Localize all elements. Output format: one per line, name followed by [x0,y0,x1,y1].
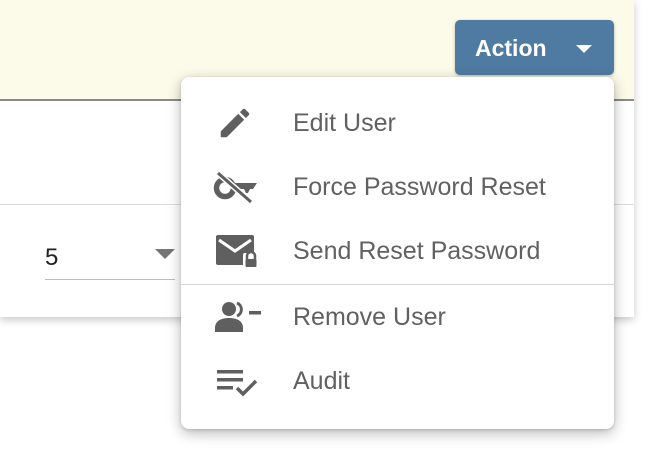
menu-item-audit[interactable]: Audit [181,351,614,411]
account-remove-icon [213,298,261,336]
page-size-value: 5 [45,244,59,271]
key-off-icon [213,168,261,206]
menu-item-label: Force Password Reset [293,173,546,201]
menu-item-force-password-reset[interactable]: Force Password Reset [181,157,614,217]
menu-item-send-reset-password[interactable]: Send Reset Password [181,221,614,281]
action-menu: Edit User Force Password Reset Send Rese… [181,77,614,429]
menu-item-label: Edit User [293,109,396,137]
action-button-label: Action [475,35,547,61]
action-button[interactable]: Action [455,20,614,75]
menu-item-label: Audit [293,367,350,395]
menu-item-edit-user[interactable]: Edit User [181,93,614,153]
pencil-icon [213,104,261,142]
caret-down-icon [155,249,175,259]
playlist-check-icon [213,362,261,400]
page-size-select[interactable]: 5 [45,234,175,280]
email-lock-icon [213,232,261,270]
menu-item-label: Send Reset Password [293,237,541,265]
caret-down-icon [576,45,592,53]
menu-item-remove-user[interactable]: Remove User [181,287,614,347]
menu-separator [181,284,614,285]
menu-item-label: Remove User [293,303,446,331]
